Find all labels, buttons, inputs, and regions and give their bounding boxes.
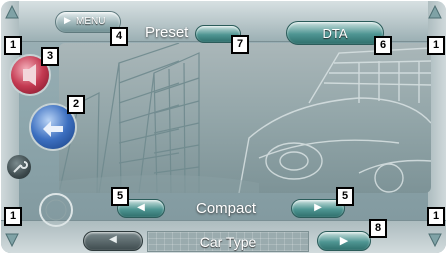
- car-type-value: Compact: [196, 200, 257, 217]
- preset-label: Preset: [145, 24, 189, 41]
- wrench-icon: [13, 161, 28, 173]
- scroll-down-right-icon[interactable]: [428, 233, 442, 247]
- title-bar: Car Type: [147, 231, 309, 252]
- back-page-button[interactable]: ◀: [83, 231, 143, 251]
- callout-1-bottom-right: 1: [427, 207, 445, 226]
- menu-button-label: MENU: [76, 16, 106, 27]
- scroll-up-left-icon[interactable]: [5, 5, 19, 19]
- dta-button[interactable]: DTA: [286, 21, 384, 45]
- dta-button-label: DTA: [322, 26, 348, 41]
- scroll-up-right-icon[interactable]: [428, 5, 442, 19]
- screen-title: Car Type: [199, 234, 257, 250]
- car-preview-image: [59, 43, 431, 193]
- callout-5-left: 5: [111, 187, 129, 206]
- play-triangle-icon: ▶: [64, 15, 71, 25]
- back-arrow-icon: ◀: [109, 234, 117, 245]
- dial-ring-icon: [39, 193, 73, 227]
- city-car-illustration: [59, 43, 431, 193]
- display-screen: ▶ MENU Preset DTA ◀ Compact ▶ ◀ Car Type…: [1, 1, 446, 253]
- tool-button[interactable]: [7, 155, 31, 179]
- next-page-button[interactable]: ▶: [317, 231, 371, 251]
- callout-8: 8: [369, 219, 387, 238]
- callout-1-top-right: 1: [427, 36, 445, 55]
- callout-1-bottom-left: 1: [4, 207, 22, 226]
- callout-3: 3: [41, 47, 59, 66]
- callout-7: 7: [231, 35, 249, 54]
- callout-6: 6: [374, 36, 392, 55]
- scroll-down-left-icon[interactable]: [5, 233, 19, 247]
- callout-1-top-left: 1: [4, 36, 22, 55]
- next-arrow-icon: ▶: [339, 235, 349, 247]
- callout-2: 2: [67, 95, 85, 114]
- callout-4: 4: [110, 27, 128, 46]
- callout-5-right: 5: [336, 187, 354, 206]
